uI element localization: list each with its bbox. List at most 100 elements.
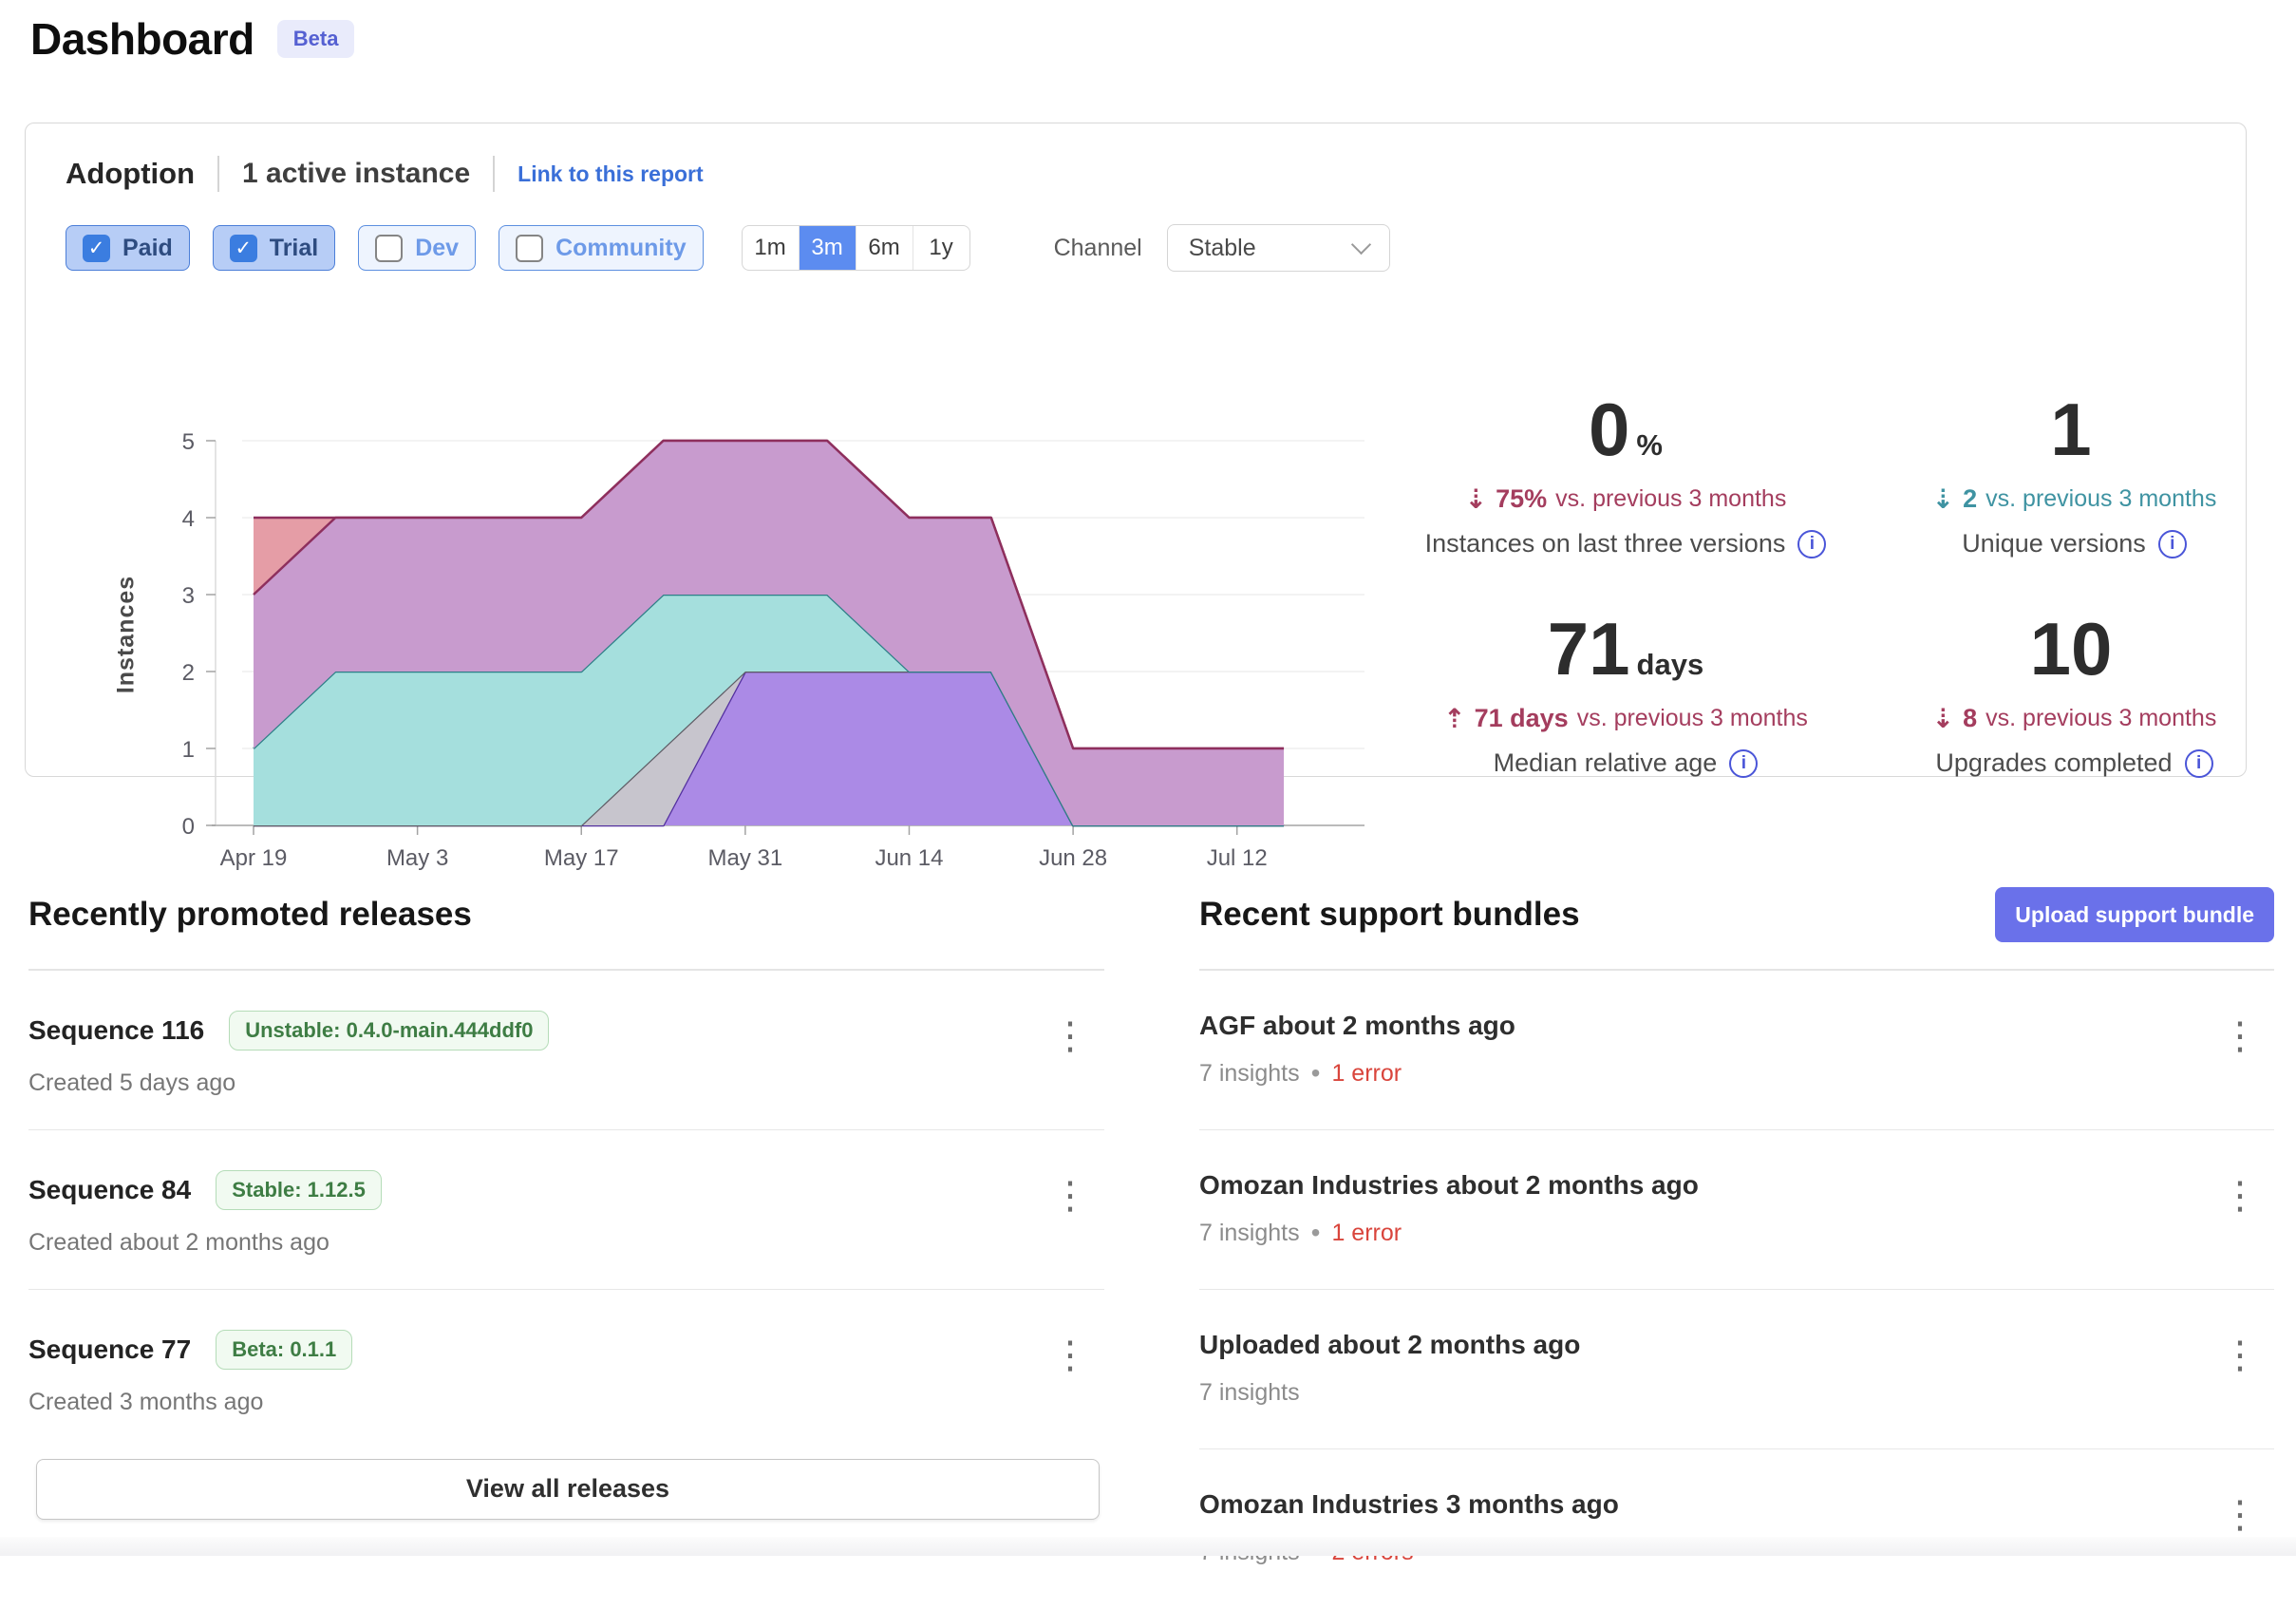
adoption-stats-grid: 0 % ⇣ 75% vs. previous 3 months Instance… — [1398, 392, 2295, 778]
stat-label: Instances on last three versions — [1425, 529, 1786, 558]
stat-delta: ⇣ 2 vs. previous 3 months — [1932, 483, 2217, 515]
stat-unit: days — [1637, 648, 1704, 682]
stat-label-row: Median relative age i — [1494, 748, 1759, 778]
channel-control: Channel Stable — [1054, 224, 1390, 272]
stat-number: 1 — [2050, 392, 2091, 466]
stat-value: 1 — [2050, 392, 2098, 466]
bundle-title: Omozan Industries 3 months ago — [1199, 1489, 1619, 1520]
adoption-chart[interactable]: 012345Apr 19May 3May 17May 31Jun 14Jun 2… — [73, 423, 1383, 888]
stat-delta: ⇡ 71 days vs. previous 3 months — [1443, 703, 1808, 734]
stat-delta-text: vs. previous 3 months — [1985, 485, 2216, 513]
separator — [217, 156, 219, 192]
page-title: Dashboard — [30, 13, 254, 65]
bundles-section-header: Recent support bundles Upload support bu… — [1199, 886, 2274, 943]
x-tick-label: May 3 — [386, 845, 448, 871]
info-icon[interactable]: i — [1797, 530, 1826, 558]
stat-delta: ⇣ 8 vs. previous 3 months — [1932, 703, 2217, 734]
checkbox-icon[interactable] — [375, 235, 403, 262]
bundle-title-row: Omozan Industries about 2 months ago — [1199, 1170, 2274, 1201]
channel-select-value: Stable — [1189, 235, 1256, 262]
stat-label-row: Instances on last three versions i — [1425, 529, 1827, 558]
checkbox-icon[interactable] — [230, 235, 257, 262]
bundle-error-count: 1 error — [1331, 1060, 1402, 1088]
kebab-menu-icon[interactable]: ⋮ — [2221, 1020, 2259, 1052]
chevron-down-icon — [1351, 235, 1371, 255]
filter-chip-0[interactable]: Paid — [66, 225, 190, 271]
time-range-option-1[interactable]: 3m — [800, 226, 856, 270]
stat-number: 0 — [1589, 392, 1629, 466]
bundle-title: AGF about 2 months ago — [1199, 1011, 1515, 1041]
checkbox-icon[interactable] — [516, 235, 543, 262]
kebab-menu-icon[interactable]: ⋮ — [1051, 1339, 1089, 1372]
kebab-menu-icon[interactable]: ⋮ — [2221, 1499, 2259, 1531]
link-to-report[interactable]: Link to this report — [518, 161, 704, 187]
info-icon[interactable]: i — [1729, 749, 1758, 778]
channel-label: Channel — [1054, 235, 1142, 262]
bundle-list-item-2: Uploaded about 2 months ago 7 insights ⋮ — [1199, 1290, 2274, 1449]
stat-delta-text: vs. previous 3 months — [1577, 705, 1808, 732]
info-icon[interactable]: i — [2185, 749, 2213, 778]
bundle-title-row: Uploaded about 2 months ago — [1199, 1330, 2274, 1360]
kebab-menu-icon[interactable]: ⋮ — [1051, 1180, 1089, 1212]
stat-card-2: 71 days ⇡ 71 days vs. previous 3 months … — [1398, 612, 1854, 778]
beta-badge: Beta — [277, 20, 355, 58]
filter-chip-label: Paid — [122, 235, 173, 262]
stat-label: Median relative age — [1494, 748, 1718, 778]
time-range-segmented-control: 1m 3m 6m 1y — [742, 225, 970, 271]
stat-label-row: Upgrades completed i — [1935, 748, 2212, 778]
bundle-insights-count: 7 insights — [1199, 1379, 1300, 1407]
stat-label-row: Unique versions i — [1962, 529, 2187, 558]
x-tick-label: Jul 12 — [1207, 845, 1268, 871]
y-tick-label: 3 — [182, 583, 195, 609]
bundle-list-item-0: AGF about 2 months ago 7 insights • 1 er… — [1199, 971, 2274, 1130]
x-tick-label: May 17 — [544, 845, 619, 871]
release-list-item-0: Sequence 116 Unstable: 0.4.0-main.444ddf… — [28, 971, 1104, 1130]
upload-support-bundle-button[interactable]: Upload support bundle — [1995, 887, 2274, 942]
separator — [493, 156, 495, 192]
stat-number: 10 — [2030, 612, 2113, 686]
filter-chip-3[interactable]: Community — [499, 225, 704, 271]
page-header: Dashboard Beta — [30, 13, 354, 65]
view-all-releases-button[interactable]: View all releases — [36, 1459, 1100, 1520]
release-created-text: Created 5 days ago — [28, 1070, 1104, 1097]
adoption-card: Adoption 1 active instance Link to this … — [25, 123, 2247, 777]
bundle-meta-row: 7 insights — [1199, 1379, 2274, 1407]
bundles-heading: Recent support bundles — [1199, 896, 1580, 934]
bundle-list-item-1: Omozan Industries about 2 months ago 7 i… — [1199, 1130, 2274, 1290]
stat-label: Unique versions — [1962, 529, 2146, 558]
y-tick-label: 2 — [182, 660, 195, 686]
release-title-row: Sequence 77 Beta: 0.1.1 — [28, 1330, 1104, 1370]
trend-up-icon: ⇡ — [1443, 703, 1465, 734]
bundle-insights-count: 7 insights — [1199, 1220, 1300, 1247]
bundle-title-row: AGF about 2 months ago — [1199, 1011, 2274, 1041]
page-bottom-edge — [0, 1537, 2296, 1556]
time-range-option-3[interactable]: 1y — [913, 226, 969, 270]
y-tick-label: 5 — [182, 429, 195, 455]
bundle-meta-row: 7 insights • 1 error — [1199, 1220, 2274, 1247]
stat-delta-text: vs. previous 3 months — [1985, 705, 2216, 732]
time-range-option-2[interactable]: 6m — [856, 226, 913, 270]
release-created-text: Created about 2 months ago — [28, 1229, 1104, 1257]
bundle-list-item-3: Omozan Industries 3 months ago 7 insight… — [1199, 1449, 2274, 1609]
channel-select[interactable]: Stable — [1167, 224, 1390, 272]
x-tick-label: Jun 28 — [1039, 845, 1107, 871]
time-range-option-0[interactable]: 1m — [743, 226, 800, 270]
info-icon[interactable]: i — [2158, 530, 2187, 558]
support-bundles-section: Recent support bundles Upload support bu… — [1199, 886, 2274, 1609]
release-channel-badge: Stable: 1.12.5 — [216, 1170, 382, 1210]
checkbox-icon[interactable] — [83, 235, 110, 262]
releases-section-header: Recently promoted releases — [28, 886, 1104, 943]
kebab-menu-icon[interactable]: ⋮ — [2221, 1180, 2259, 1212]
releases-section: Recently promoted releases Sequence 116 … — [28, 886, 1104, 1520]
filter-chip-2[interactable]: Dev — [358, 225, 476, 271]
kebab-menu-icon[interactable]: ⋮ — [2221, 1339, 2259, 1372]
active-instance-count: 1 active instance — [242, 158, 470, 190]
release-created-text: Created 3 months ago — [28, 1389, 1104, 1416]
x-tick-label: Jun 14 — [875, 845, 943, 871]
release-title-row: Sequence 84 Stable: 1.12.5 — [28, 1170, 1104, 1210]
releases-list: Sequence 116 Unstable: 0.4.0-main.444ddf… — [28, 971, 1104, 1449]
filter-chip-1[interactable]: Trial — [213, 225, 335, 271]
stat-number: 71 — [1548, 612, 1630, 686]
kebab-menu-icon[interactable]: ⋮ — [1051, 1020, 1089, 1052]
stat-delta-value: 75% — [1496, 484, 1547, 514]
